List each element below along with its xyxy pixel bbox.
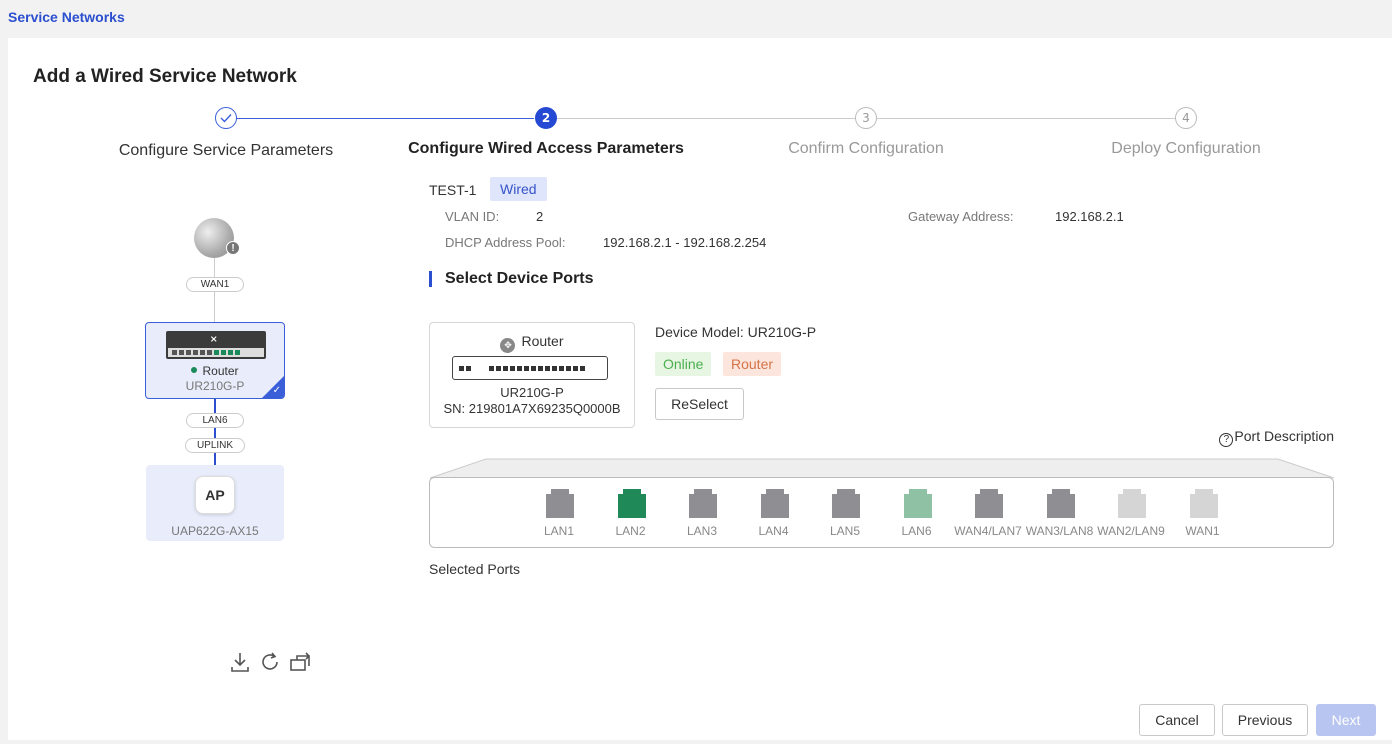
online-status-dot <box>191 366 198 373</box>
port-label: LAN6 <box>901 524 932 538</box>
ap-model: UAP622G-AX15 <box>171 524 259 538</box>
port-label: WAN1 <box>1185 524 1220 538</box>
device-front-icon <box>452 356 608 380</box>
network-type-tag: Wired <box>490 177 547 201</box>
rj45-port-icon <box>617 489 646 518</box>
gateway-label: Gateway Address: <box>908 209 1014 224</box>
device-card: ✥ Router UR210G-P SN: 219801A7X69235Q0000… <box>429 322 635 428</box>
rj45-port-icon <box>1118 489 1146 518</box>
rj45-port-icon <box>832 489 860 518</box>
rj45-port-icon <box>975 489 1003 518</box>
device-sn: SN: 219801A7X69235Q0000B <box>443 401 621 416</box>
wizard-panel: Add a Wired Service Network 2 3 4 Config… <box>8 38 1392 740</box>
topology-ap-card[interactable]: AP UAP622G-AX15 <box>146 465 284 541</box>
step-connector-2 <box>556 118 856 119</box>
dhcp-label: DHCP Address Pool: <box>445 235 566 250</box>
step-connector-1 <box>226 118 534 119</box>
status-badge-online: Online <box>655 352 712 376</box>
vlan-value: 2 <box>536 209 544 224</box>
rj45-port-icon <box>1046 489 1075 518</box>
download-icon[interactable] <box>228 650 252 674</box>
rj45-port-icon <box>903 489 932 518</box>
network-name: TEST-1 <box>429 182 477 198</box>
section-title: Select Device Ports <box>429 271 594 287</box>
wan-port-pill: WAN1 <box>186 277 244 292</box>
rj45-port-icon <box>546 489 574 518</box>
previous-button[interactable]: Previous <box>1222 704 1308 736</box>
rj45-port-icon <box>760 489 789 518</box>
router-device-icon: ⨯ <box>166 331 266 359</box>
device-model-line: Device Model: UR210G-P <box>655 324 817 340</box>
dhcp-value: 192.168.2.1 - 192.168.2.254 <box>603 235 767 250</box>
role-badge-router: Router <box>723 352 782 376</box>
cancel-button[interactable]: Cancel <box>1139 704 1215 736</box>
gateway-value: 192.168.2.1 <box>1055 209 1124 224</box>
port-description-link[interactable]: ? Port Description <box>1219 428 1334 447</box>
port-label: LAN4 <box>758 524 789 538</box>
breadcrumb-service-networks[interactable]: Service Networks <box>8 9 125 25</box>
vlan-label: VLAN ID: <box>445 209 500 224</box>
step-connector-3 <box>876 118 1176 119</box>
port-label: LAN1 <box>543 524 575 538</box>
lan-port-pill: LAN6 <box>186 413 244 428</box>
step-4-circle: 4 <box>1175 107 1197 129</box>
page-title: Add a Wired Service Network <box>33 66 297 87</box>
ap-device-icon: AP <box>195 476 235 514</box>
next-button[interactable]: Next <box>1316 704 1376 736</box>
port-label: WAN2/LAN9 <box>1097 524 1165 538</box>
step-3-circle: 3 <box>855 107 877 129</box>
port-label: LAN3 <box>686 524 718 538</box>
export-icon[interactable] <box>288 650 312 674</box>
step-2-label: Configure Wired Access Parameters <box>408 140 684 157</box>
router-type-icon: ✥ <box>500 338 516 353</box>
step-1-label: Configure Service Parameters <box>118 142 334 159</box>
uplink-pill: UPLINK <box>185 438 245 453</box>
port-label: WAN3/LAN8 <box>1025 524 1094 538</box>
lan-link-line <box>214 399 216 465</box>
refresh-icon[interactable] <box>258 650 282 674</box>
warning-badge-icon: ! <box>226 241 240 255</box>
port-label: LAN5 <box>829 524 861 538</box>
device-type: ✥ Router <box>430 333 634 353</box>
rj45-port-icon <box>1189 489 1218 518</box>
reselect-button[interactable]: ReSelect <box>655 388 744 420</box>
topology-router-card[interactable]: ⨯ Router UR210G-P ✓ <box>145 322 285 399</box>
rj45-port-icon <box>689 489 717 518</box>
port-label: WAN4/LAN7 <box>954 524 1022 538</box>
step-3-label: Confirm Configuration <box>788 140 944 157</box>
help-icon: ? <box>1219 433 1234 447</box>
check-icon: ✓ <box>272 385 281 396</box>
device-model: UR210G-P <box>500 385 564 400</box>
selected-ports-label: Selected Ports <box>429 561 521 577</box>
step-2-circle: 2 <box>535 107 557 129</box>
step-1-check-icon <box>215 107 237 129</box>
port-label: LAN2 <box>615 524 646 538</box>
step-4-label: Deploy Configuration <box>1111 140 1261 157</box>
